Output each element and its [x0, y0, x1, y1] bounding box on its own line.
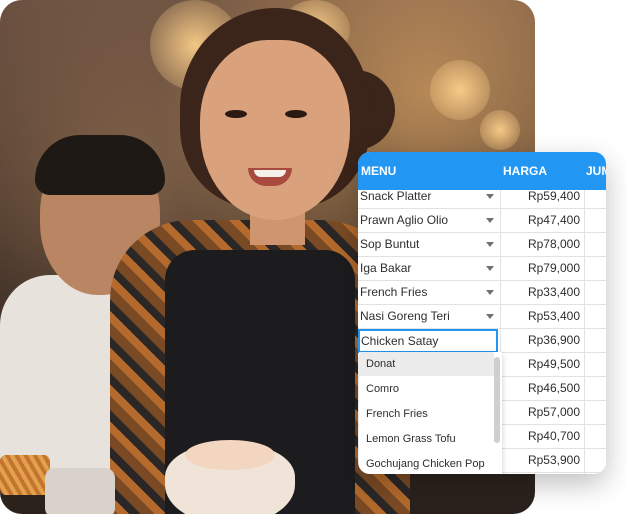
- menu-cell[interactable]: French Fries: [360, 280, 427, 304]
- chevron-down-icon[interactable]: [486, 266, 494, 271]
- dropdown-option[interactable]: Donat: [359, 352, 494, 376]
- menu-cell-editor[interactable]: [358, 329, 498, 353]
- table-row[interactable]: Nasi Goreng Teri Rp53,400: [358, 304, 606, 329]
- menu-cell[interactable]: Prawn Aglio Olio: [360, 208, 448, 232]
- dropdown-option[interactable]: Gochujang Chicken Pop: [359, 452, 494, 474]
- price-cell[interactable]: Rp57,000: [500, 400, 580, 424]
- chevron-down-icon[interactable]: [486, 194, 494, 199]
- menu-cell[interactable]: Iga Bakar: [360, 256, 411, 280]
- price-cell[interactable]: Rp53,900: [500, 448, 580, 472]
- price-cell[interactable]: Rp33,400: [500, 280, 580, 304]
- cup: [45, 468, 115, 514]
- bowl-food: [185, 440, 275, 470]
- price-cell[interactable]: Rp59,400: [500, 184, 580, 208]
- chevron-down-icon[interactable]: [486, 218, 494, 223]
- menu-cell[interactable]: Nasi Goreng Teri: [360, 304, 450, 328]
- menu-table-card: MENU HARGA JUM Snack Platter Rp59,400 Pr…: [358, 152, 606, 474]
- dropdown-option[interactable]: Lemon Grass Tofu: [359, 427, 494, 451]
- table-row[interactable]: Prawn Aglio Olio Rp47,400: [358, 208, 606, 233]
- table-row[interactable]: Snack Platter Rp59,400: [358, 184, 606, 209]
- price-cell[interactable]: Rp79,000: [500, 256, 580, 280]
- table-row[interactable]: Sop Buntut Rp78,000: [358, 232, 606, 257]
- chevron-down-icon[interactable]: [486, 314, 494, 319]
- menu-dropdown[interactable]: Donat Comro French Fries Lemon Grass Tof…: [359, 352, 502, 474]
- dropdown-option[interactable]: Comro: [359, 377, 494, 401]
- dropdown-option[interactable]: French Fries: [359, 402, 494, 426]
- price-cell[interactable]: Rp47,400: [500, 208, 580, 232]
- menu-cell[interactable]: Snack Platter: [360, 184, 431, 208]
- price-cell[interactable]: Rp40,700: [500, 424, 580, 448]
- dropdown-scrollbar[interactable]: [494, 357, 500, 443]
- table-row[interactable]: French Fries Rp33,400: [358, 280, 606, 305]
- fries-plate: [0, 455, 50, 495]
- menu-cell-input[interactable]: [360, 331, 491, 351]
- menu-cell[interactable]: Sop Buntut: [360, 232, 419, 256]
- chevron-down-icon[interactable]: [486, 290, 494, 295]
- price-cell[interactable]: Rp78,000: [500, 232, 580, 256]
- price-cell[interactable]: Rp53,400: [500, 304, 580, 328]
- price-cell[interactable]: Rp49,500: [500, 352, 580, 376]
- price-cell[interactable]: Rp36,900: [500, 328, 580, 352]
- price-cell[interactable]: Rp46,500: [500, 376, 580, 400]
- chevron-down-icon[interactable]: [486, 242, 494, 247]
- table-row[interactable]: Iga Bakar Rp79,000: [358, 256, 606, 281]
